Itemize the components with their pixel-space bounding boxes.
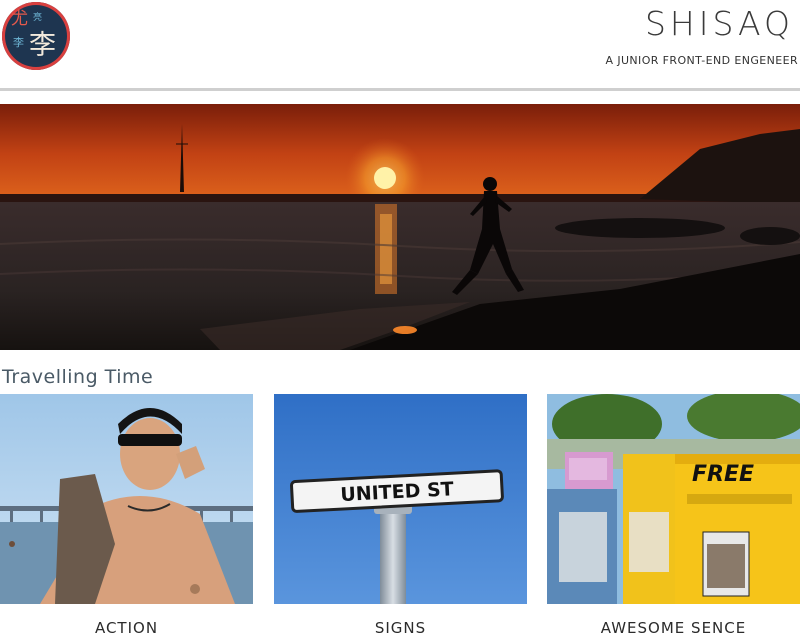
site-title[interactable]: SHISAQ [645,4,794,43]
logo-char: 亮 [33,13,43,23]
tile-caption-signs[interactable]: SIGNS [274,619,527,637]
hero-image [0,104,800,350]
site-tagline: A JUNIOR FRONT-END ENGENEER [605,54,798,67]
logo-char: 李 [13,36,24,49]
tile-caption-action[interactable]: ACTION [0,619,253,637]
gallery-tile-awesome-sence[interactable]: FREE [547,394,800,604]
header-divider [0,88,800,91]
logo-char: 李 [29,30,56,61]
gallery-tile-action[interactable] [0,394,253,604]
section-heading: Travelling Time [2,366,154,388]
site-logo[interactable]: 尤 亮 李 李 [2,2,70,70]
gallery-tile-signs[interactable]: UNITED ST [274,394,527,604]
logo-char: 尤 [11,9,28,29]
tile-caption-awesome-sence[interactable]: AWESOME SENCE [547,619,800,637]
box-label-text: FREE [692,462,754,487]
